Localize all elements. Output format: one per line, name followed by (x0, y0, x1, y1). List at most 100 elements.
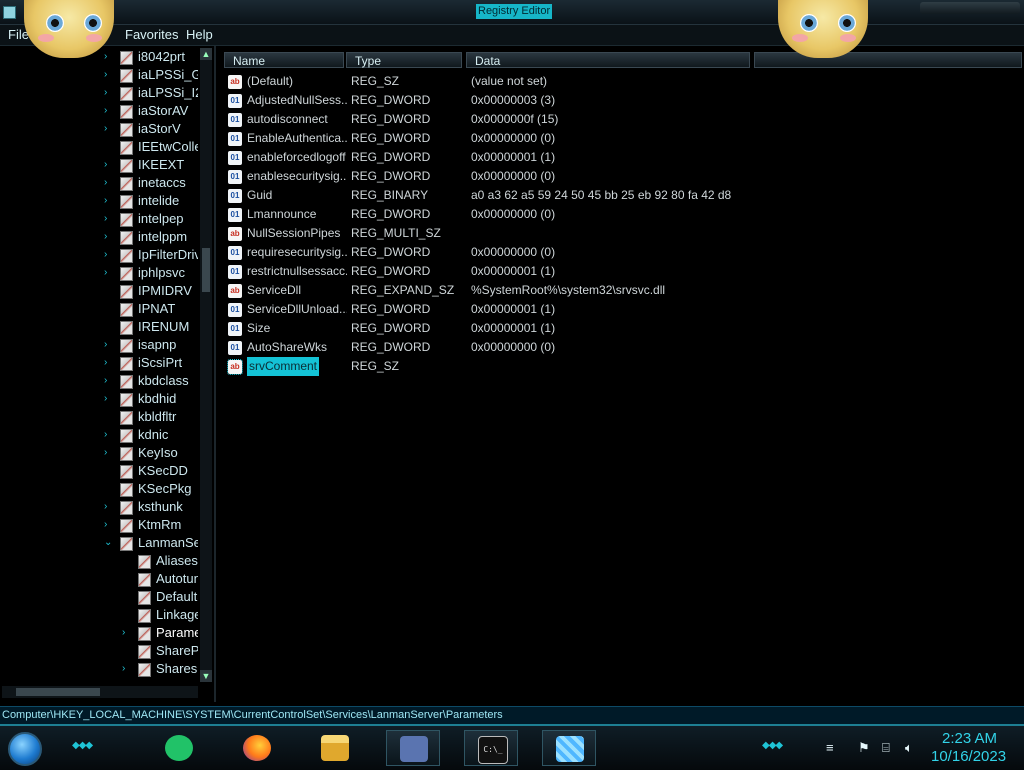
taskbar-file-explorer[interactable] (308, 730, 362, 766)
tree-item[interactable]: › i8042prt (104, 48, 198, 66)
chevron-icon[interactable]: › (104, 192, 116, 210)
tree-item[interactable]: › inetaccs (104, 174, 198, 192)
clock-date[interactable]: 10/16/2023 (931, 748, 1006, 765)
tree-item[interactable]: › kdnic (104, 426, 198, 444)
taskbar-notes-app[interactable] (152, 730, 206, 766)
chevron-icon[interactable]: › (104, 84, 116, 102)
chevron-icon[interactable]: › (104, 120, 116, 138)
clock-time[interactable]: 2:23 AM (942, 730, 997, 747)
tree-item[interactable]: › kbdclass (104, 372, 198, 390)
taskbar-control-panel[interactable] (386, 730, 440, 766)
tree-item[interactable]: KSecPkg (104, 480, 198, 498)
table-row[interactable]: 01 ServiceDllUnload... REG_DWORD 0x00000001… (228, 300, 1008, 319)
volume-icon[interactable]: 🔈︎ (905, 740, 913, 756)
tree-item[interactable]: Linkage (122, 606, 198, 624)
table-row[interactable]: 01 EnableAuthentica... REG_DWORD 0x00000000… (228, 129, 1008, 148)
taskbar-command-prompt[interactable]: C:\_ (464, 730, 518, 766)
chevron-icon[interactable]: › (104, 498, 116, 516)
chevron-icon[interactable]: › (104, 174, 116, 192)
tree-item[interactable]: kbldfltr (104, 408, 198, 426)
chevron-icon[interactable]: › (104, 228, 116, 246)
column-header-data[interactable]: Data (466, 52, 750, 68)
chevron-icon[interactable]: › (104, 372, 116, 390)
tree-item[interactable]: ⌄ LanmanServer (104, 534, 198, 552)
tree-item[interactable]: › kbdhid (104, 390, 198, 408)
column-header-name[interactable]: Name (224, 52, 344, 68)
table-row[interactable]: 01 AutoShareWks REG_DWORD 0x00000000 (0) (228, 338, 1008, 357)
chevron-icon[interactable]: › (104, 66, 116, 84)
tree-item[interactable]: › isapnp (104, 336, 198, 354)
chevron-icon[interactable]: › (104, 246, 116, 264)
chevron-icon[interactable]: › (104, 354, 116, 372)
tree-item[interactable]: › iaLPSSi_GPIO (104, 66, 198, 84)
flag-icon[interactable]: ⚑ (858, 740, 870, 756)
tree-item[interactable]: › IKEEXT (104, 156, 198, 174)
tree-item[interactable]: › Shares (122, 660, 198, 678)
tree-item[interactable]: › KtmRm (104, 516, 198, 534)
table-row[interactable]: 01 AdjustedNullSess... REG_DWORD 0x00000003… (228, 91, 1008, 110)
tree-item[interactable]: Aliases (122, 552, 198, 570)
tree-item[interactable]: › iaStorAV (104, 102, 198, 120)
tree-item[interactable]: IEEtwCollectorService (104, 138, 198, 156)
tree-item[interactable]: › iScsiPrt (104, 354, 198, 372)
chevron-icon[interactable]: › (122, 660, 134, 678)
tree-item[interactable]: › intelppm (104, 228, 198, 246)
registry-tree-pane[interactable]: › i8042prt › iaLPSSi_GPIO › iaLPSSi_I2C › iaSto… (0, 46, 216, 702)
tree-horizontal-scrollbar[interactable] (2, 686, 198, 698)
table-row[interactable]: 01 Guid REG_BINARY a0 a3 62 a5 59 24 50 45 … (228, 186, 1008, 205)
table-row[interactable]: 01 autodisconnect REG_DWORD 0x0000000f (15) (228, 110, 1008, 129)
tree-item[interactable]: › Parameters (122, 624, 198, 642)
menu-help[interactable]: Help (186, 27, 213, 42)
table-row[interactable]: 01 enablesecuritysig... REG_DWORD 0x0000000… (228, 167, 1008, 186)
tree-item[interactable]: AutotunedParameters (122, 570, 198, 588)
tree-item[interactable]: › ksthunk (104, 498, 198, 516)
chevron-icon[interactable]: › (104, 210, 116, 228)
table-row[interactable]: 01 requiresecuritysig... REG_DWORD 0x000000… (228, 243, 1008, 262)
column-header-type[interactable]: Type (346, 52, 462, 68)
chevron-icon[interactable]: › (104, 426, 116, 444)
window-controls[interactable] (920, 2, 1020, 14)
chevron-icon[interactable]: › (104, 516, 116, 534)
tree-item[interactable]: DefaultSecurity (122, 588, 198, 606)
chevron-icon[interactable]: › (104, 48, 116, 66)
tree-item[interactable]: › IpFilterDriver (104, 246, 198, 264)
taskbar-firefox[interactable] (230, 730, 284, 766)
tree-item[interactable]: › KeyIso (104, 444, 198, 462)
tree-item[interactable]: › intelpep (104, 210, 198, 228)
tree-item[interactable]: KSecDD (104, 462, 198, 480)
chevron-icon[interactable]: › (122, 624, 134, 642)
tree-item[interactable]: ShareProviders (122, 642, 198, 660)
tree-item[interactable]: › iaStorV (104, 120, 198, 138)
chevron-icon[interactable]: › (104, 264, 116, 282)
chevron-icon[interactable]: › (104, 156, 116, 174)
menu-favorites[interactable]: Favorites (125, 27, 178, 42)
scroll-down-icon[interactable]: ▼ (200, 670, 212, 682)
table-row[interactable]: ab ServiceDll REG_EXPAND_SZ %SystemRoot%\sy… (228, 281, 1008, 300)
network-icon[interactable]: ⌸ (882, 740, 890, 756)
table-row[interactable]: 01 enableforcedlogoff REG_DWORD 0x00000001 … (228, 148, 1008, 167)
tree-item[interactable]: › iphlpsvc (104, 264, 198, 282)
chevron-icon[interactable]: › (104, 390, 116, 408)
tree-item[interactable]: › intelide (104, 192, 198, 210)
chevron-icon[interactable]: › (104, 444, 116, 462)
tree-item[interactable]: IPMIDRV (104, 282, 198, 300)
table-row[interactable]: ab NullSessionPipes REG_MULTI_SZ (228, 224, 1008, 243)
table-row[interactable]: ab srvComment REG_SZ (227, 357, 1008, 376)
chevron-icon[interactable]: ⌄ (104, 534, 116, 552)
chevron-icon[interactable]: › (104, 102, 116, 120)
registry-editor-icon[interactable] (3, 6, 16, 19)
table-row[interactable]: ab (Default) REG_SZ (value not set) (228, 72, 1008, 91)
tree-item[interactable]: › iaLPSSi_I2C (104, 84, 198, 102)
registry-values-pane[interactable]: Name Type Data ab (Default) REG_SZ (value n… (222, 46, 1024, 702)
table-row[interactable]: 01 restrictnullsessacc... REG_DWORD 0x00000… (228, 262, 1008, 281)
table-row[interactable]: 01 Lmannounce REG_DWORD 0x00000000 (0) (228, 205, 1008, 224)
scroll-thumb[interactable] (202, 248, 210, 292)
tree-vertical-scrollbar[interactable]: ▲ ▼ (200, 48, 212, 682)
taskbar-registry-editor[interactable] (542, 730, 596, 766)
tray-overflow-icon[interactable]: ≡ (826, 740, 834, 755)
scroll-up-icon[interactable]: ▲ (200, 48, 212, 60)
hscroll-thumb[interactable] (16, 688, 100, 696)
tree-item[interactable]: IPNAT (104, 300, 198, 318)
table-row[interactable]: 01 Size REG_DWORD 0x00000001 (1) (228, 319, 1008, 338)
tree-item[interactable]: IRENUM (104, 318, 198, 336)
